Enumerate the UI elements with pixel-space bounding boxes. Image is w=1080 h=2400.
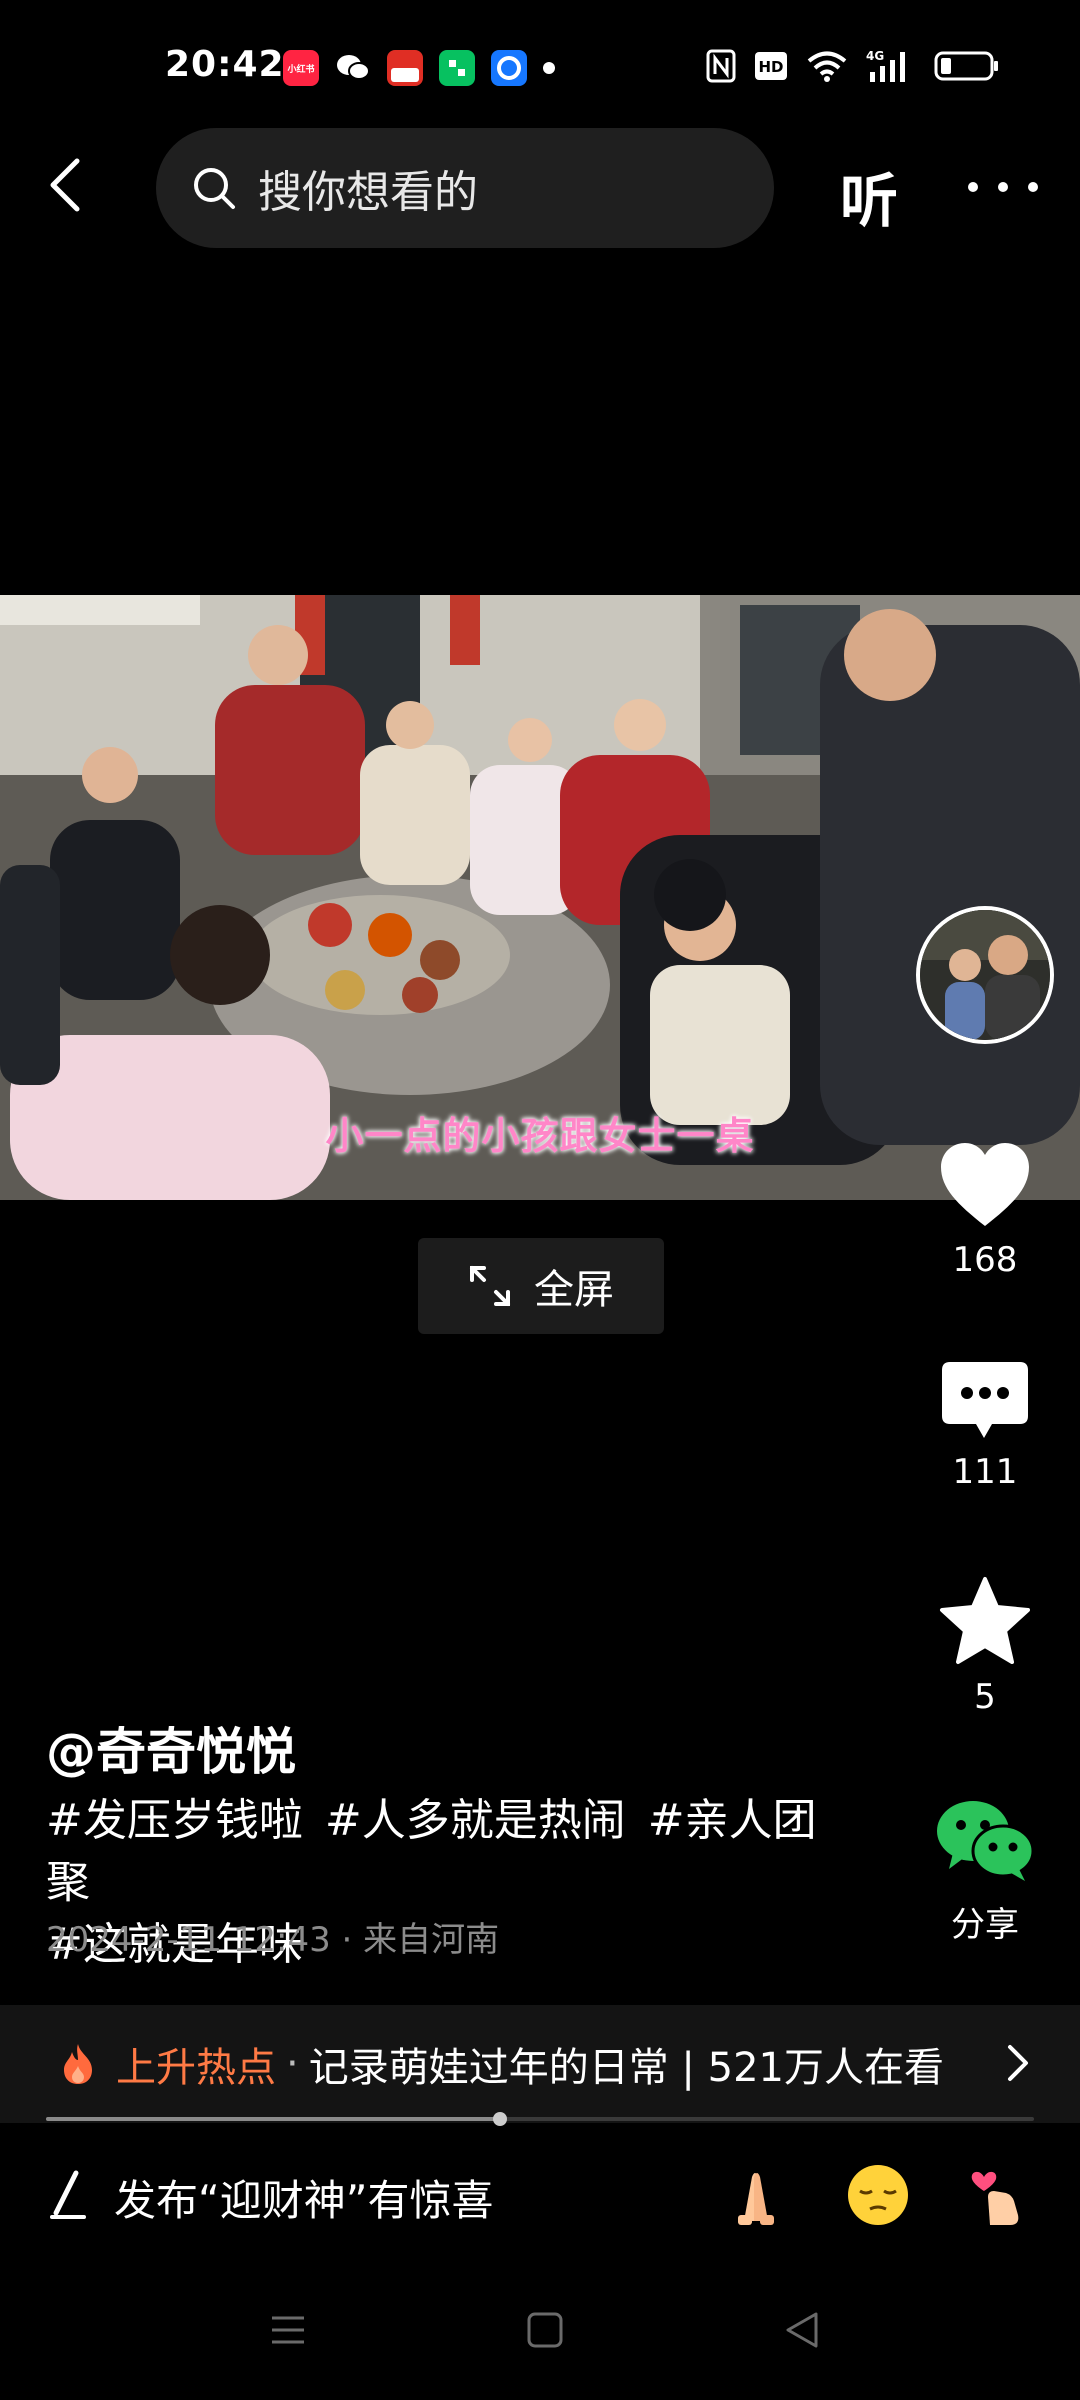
like-count: 168 — [952, 1240, 1018, 1280]
back-nav-icon[interactable] — [782, 2310, 822, 2350]
back-arrow-icon — [50, 158, 80, 212]
menu-icon[interactable] — [268, 2310, 308, 2350]
system-nav-bar — [0, 2270, 1080, 2400]
comment-count: 111 — [952, 1452, 1018, 1492]
more-dot — [1028, 182, 1038, 192]
search-placeholder: 搜你想看的 — [258, 167, 478, 218]
share-button[interactable]: 分享 — [900, 1795, 1070, 1946]
video-progress-bar[interactable] — [46, 2112, 1034, 2126]
comment-button[interactable]: 111 — [900, 1360, 1070, 1492]
hot-topic-separator: · — [286, 2041, 299, 2087]
more-dot — [998, 182, 1008, 192]
hashtag[interactable]: #发压岁钱啦 — [46, 1795, 303, 1846]
more-dot — [968, 182, 978, 192]
status-bar: 20:42 小红书 HD 4G — [0, 0, 1080, 120]
pen-icon — [50, 2170, 86, 2219]
chevron-right-icon — [1008, 2045, 1028, 2081]
author-avatar[interactable] — [916, 906, 1054, 1044]
svg-text:4G: 4G — [866, 49, 884, 63]
avatar-image — [920, 910, 1050, 1040]
listen-button[interactable]: 听 — [840, 154, 898, 238]
qq-browser-icon — [491, 50, 527, 86]
pray-emoji[interactable] — [724, 2163, 788, 2227]
hd-icon: HD — [754, 48, 788, 84]
search-input[interactable]: 搜你想看的 — [156, 128, 774, 248]
wechat-mini-icon — [439, 50, 475, 86]
heart-icon — [941, 1143, 1029, 1226]
wifi-icon — [806, 48, 848, 84]
back-button[interactable] — [40, 150, 90, 220]
wechat-share-icon — [937, 1801, 1035, 1881]
hashtag[interactable]: #人多就是热闹 — [325, 1795, 626, 1846]
system-icons: HD 4G — [706, 48, 1000, 84]
pinduoduo-icon — [387, 50, 423, 86]
xiaohongshu-icon: 小红书 — [283, 50, 319, 86]
post-meta: 2024-2-11 12:43 · 来自河南 — [46, 1920, 500, 1960]
progress-fill — [46, 2117, 501, 2121]
wechat-icon — [335, 50, 371, 86]
svg-text:HD: HD — [758, 58, 783, 76]
hot-topic-text: 记录萌娃过年的日常 | 521万人在看 — [308, 2045, 944, 2091]
top-nav: 搜你想看的 听 — [0, 120, 1080, 260]
status-time: 20:42 — [165, 44, 285, 85]
more-options-button[interactable] — [968, 162, 1038, 212]
fire-icon — [64, 2044, 92, 2084]
progress-handle[interactable] — [493, 2112, 508, 2126]
more-notifications-dot — [543, 62, 555, 74]
expand-icon — [470, 1266, 510, 1306]
battery-icon — [934, 48, 1000, 84]
home-icon[interactable] — [525, 2310, 565, 2350]
4g-signal-icon: 4G — [866, 48, 916, 84]
share-label: 分享 — [951, 1905, 1019, 1945]
fullscreen-label: 全屏 — [534, 1267, 614, 1313]
favorite-count: 5 — [974, 1677, 996, 1717]
video-player[interactable]: 小一点的小孩跟女士一桌 — [0, 595, 1080, 1200]
comment-icon — [942, 1362, 1028, 1438]
comment-input[interactable]: 发布“迎财神”有惊喜 — [114, 2167, 494, 2228]
favorite-button[interactable]: 5 — [900, 1575, 1070, 1717]
fullscreen-button[interactable]: 全屏 — [418, 1238, 664, 1334]
star-icon — [940, 1577, 1030, 1664]
nfc-icon — [706, 48, 736, 84]
notification-icons: 小红书 — [283, 50, 555, 86]
relieved-emoji[interactable] — [846, 2163, 910, 2227]
search-icon — [194, 168, 235, 209]
hot-topic-label: 上升热点 — [116, 2045, 276, 2091]
heart-hand-emoji[interactable] — [966, 2163, 1030, 2227]
author-name[interactable]: @奇奇悦悦 — [46, 1712, 296, 1784]
comment-bar: 发布“迎财神”有惊喜 — [0, 2135, 1080, 2255]
hot-topic-bar[interactable]: 上升热点 · 记录萌娃过年的日常 | 521万人在看 — [0, 2005, 1080, 2123]
like-button[interactable]: 168 — [900, 1140, 1070, 1280]
